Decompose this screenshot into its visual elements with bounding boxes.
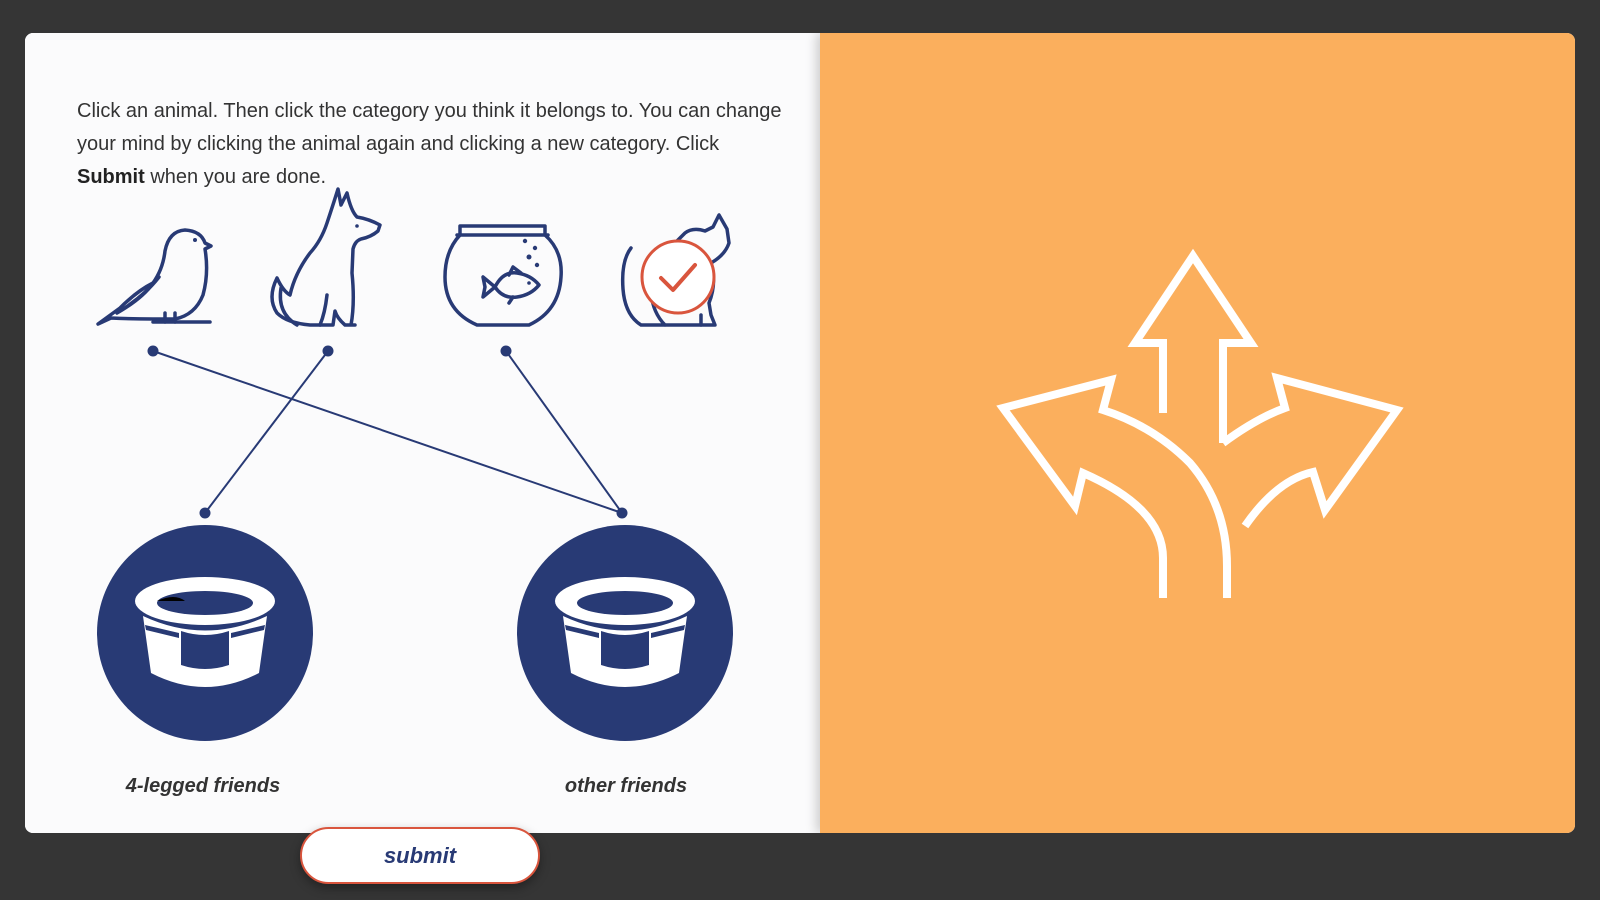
split-arrows-icon (996, 248, 1404, 598)
decorative-panel (820, 33, 1575, 833)
legged-connector-dot[interactable] (199, 507, 211, 519)
other-connector-dot[interactable] (616, 507, 628, 519)
matching-stage (96, 187, 733, 741)
bird-connector-dot[interactable] (147, 345, 159, 357)
submit-button[interactable]: submit (300, 827, 540, 884)
selected-check-icon[interactable] (640, 239, 716, 315)
four-legged-bucket[interactable] (97, 525, 313, 741)
dog-icon[interactable] (270, 187, 382, 327)
four-legged-friends-label: 4-legged friends (125, 775, 281, 797)
dog-connector-dot[interactable] (322, 345, 334, 357)
connection-lines (152, 350, 623, 514)
other-friends-label: other friends (564, 775, 688, 797)
matching-panel: Click an animal. Then click the category… (25, 33, 820, 833)
connection-line-fish-other (505, 350, 623, 514)
fishbowl-icon[interactable] (443, 224, 563, 327)
activity-card: Click an animal. Then click the category… (25, 33, 1575, 833)
fish-connector-dot[interactable] (500, 345, 512, 357)
other-friends-bucket[interactable] (517, 525, 733, 741)
bird-icon[interactable] (96, 228, 213, 326)
